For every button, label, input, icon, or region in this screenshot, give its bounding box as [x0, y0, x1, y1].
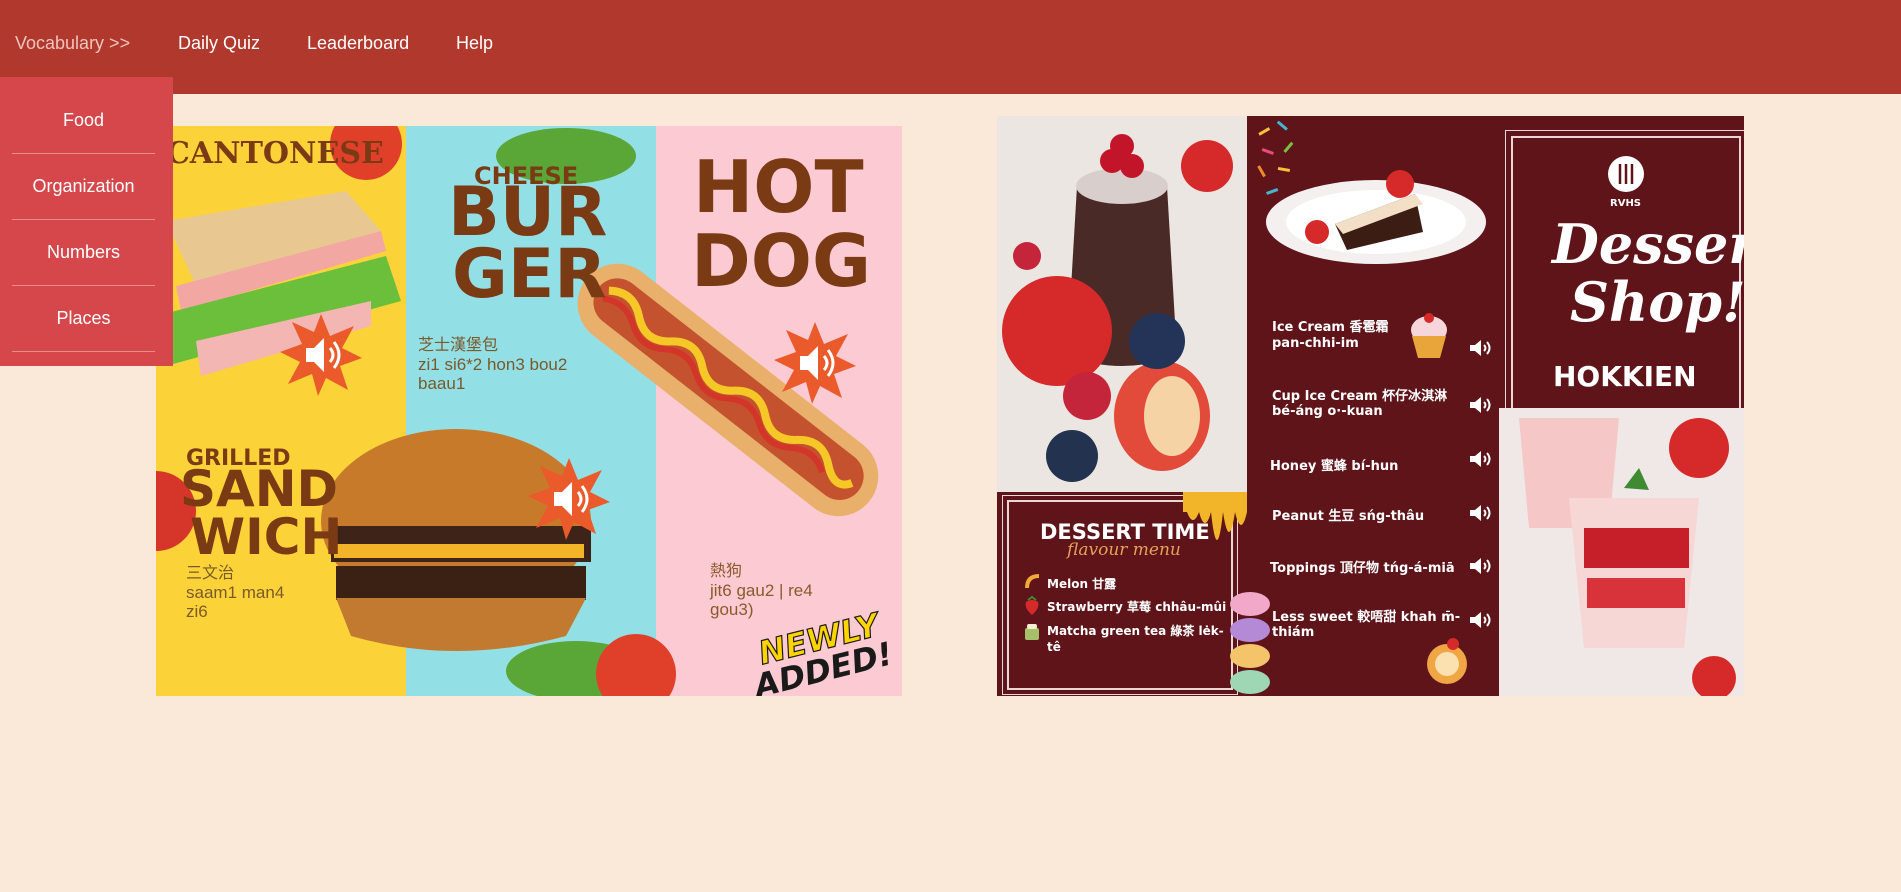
cantonese-food-card: NEWLY ADDED! CANTONESE CHEESE BUR GER HO…: [156, 126, 902, 696]
top-navigation-bar: Vocabulary >> Daily Quiz Leaderboard Hel…: [0, 0, 1901, 94]
vocab-item-5-line-1: Toppings 頂仔物 tńg-á-miā: [1270, 561, 1455, 576]
vocab-item-2-line-2: bé-áng o·-kuan: [1272, 404, 1383, 419]
vocabulary-dropdown-menu: Food Organization Numbers Places: [0, 77, 173, 366]
cantonese-language-label: CANTONESE: [166, 136, 384, 171]
cake-plate-photo: [1266, 170, 1486, 264]
hotdog-word-2: DOG: [691, 219, 872, 303]
vocab-item-2-line-1: Cup Ice Cream 杯仔冰淇淋: [1272, 389, 1448, 404]
hotdog-word-1: HOT: [693, 145, 864, 229]
rvhs-logo-text: RVHS: [1610, 198, 1642, 209]
sandwich-audio-speaker-icon[interactable]: [278, 312, 364, 398]
sandwich-chinese-label: 三文治: [186, 565, 235, 582]
hotdog-romanization-2: gou3): [710, 600, 754, 619]
strawberry-icon: [1025, 596, 1039, 615]
sandwich-romanization-2: zi6: [186, 602, 208, 621]
cup-ice-cream-audio-speaker-icon[interactable]: [1468, 395, 1494, 415]
nav-help-link[interactable]: Help: [456, 33, 493, 54]
hokkien-language-label: HOKKIEN: [1553, 360, 1697, 393]
lava-cake-photo: [997, 116, 1247, 492]
cake-roll-icon: [1427, 638, 1467, 684]
sandwich-word-2: WICH: [190, 508, 343, 566]
macarons-decoration: [1230, 592, 1270, 694]
burger-romanization-2: baau1: [418, 374, 466, 393]
flavour-item-3-line-2: tê: [1047, 640, 1061, 654]
hotdog-chinese-label: 熱狗: [710, 563, 743, 580]
burger-audio-speaker-icon[interactable]: [526, 456, 612, 542]
vocab-item-4-line-1: Peanut 生豆 sńg-thâu: [1272, 509, 1425, 524]
dessert-shop-title-line-1: Dessert: [1552, 212, 1744, 276]
flavour-item-3-line-1: Matcha green tea 綠茶 lėk-: [1047, 624, 1224, 638]
nav-daily-quiz-link[interactable]: Daily Quiz: [178, 33, 260, 54]
dropdown-item-places[interactable]: Places: [12, 286, 155, 352]
sandwich-romanization-1: saam1 man4: [186, 583, 285, 602]
nav-leaderboard-link[interactable]: Leaderboard: [307, 33, 409, 54]
burger-romanization-1: zi1 si6*2 hon3 bou2: [418, 355, 568, 374]
hokkien-dessert-card: Ice Cream 香雹霜 pan-chhi-im Cup Ice Cream …: [997, 116, 1744, 696]
ice-cream-audio-speaker-icon[interactable]: [1468, 338, 1494, 358]
dessert-photo-panel: [997, 116, 1247, 492]
vocab-item-1-line-1: Ice Cream 香雹霜: [1272, 320, 1389, 335]
flavour-item-2: Strawberry 草莓 chhâu-mûi: [1047, 600, 1227, 614]
peanut-audio-speaker-icon[interactable]: [1468, 503, 1494, 523]
matcha-icon: [1025, 624, 1039, 640]
flavour-menu-subheading: flavour menu: [1067, 540, 1181, 560]
melon-icon: [1025, 574, 1039, 588]
strawberry-parfait-photo: [1499, 408, 1744, 696]
sundae-icon: [1411, 313, 1447, 358]
burger-word-2: GER: [452, 235, 607, 314]
hotdog-romanization-1: jit6 gau2 | re4: [710, 581, 813, 600]
flavour-item-1: Melon 甘露: [1047, 577, 1117, 591]
toppings-audio-speaker-icon[interactable]: [1468, 556, 1494, 576]
honey-audio-speaker-icon[interactable]: [1468, 449, 1494, 469]
hotdog-audio-speaker-icon[interactable]: [772, 320, 858, 406]
dessert-shop-title-line-2: Shop!: [1570, 270, 1744, 334]
dropdown-item-numbers[interactable]: Numbers: [12, 220, 155, 286]
sandwich-word-1: SAND: [180, 460, 339, 518]
burger-chinese-label: 芝士漢堡包: [418, 337, 499, 354]
rvhs-logo-icon: [1608, 156, 1644, 192]
vocab-item-3-line-1: Honey 蜜蜂 bí-hun: [1270, 459, 1399, 474]
vocab-item-1-line-2: pan-chhi-im: [1272, 336, 1359, 351]
parfait-photo-panel: [1499, 408, 1744, 696]
nav-vocabulary-link[interactable]: Vocabulary >>: [15, 33, 130, 54]
dropdown-item-food[interactable]: Food: [12, 88, 155, 154]
dropdown-item-organization[interactable]: Organization: [12, 154, 155, 220]
less-sweet-audio-speaker-icon[interactable]: [1468, 610, 1494, 630]
vocab-item-6-line-1: Less sweet 較唔甜 khah m̄-: [1272, 610, 1461, 625]
vocab-item-6-line-2: thiám: [1272, 625, 1315, 640]
